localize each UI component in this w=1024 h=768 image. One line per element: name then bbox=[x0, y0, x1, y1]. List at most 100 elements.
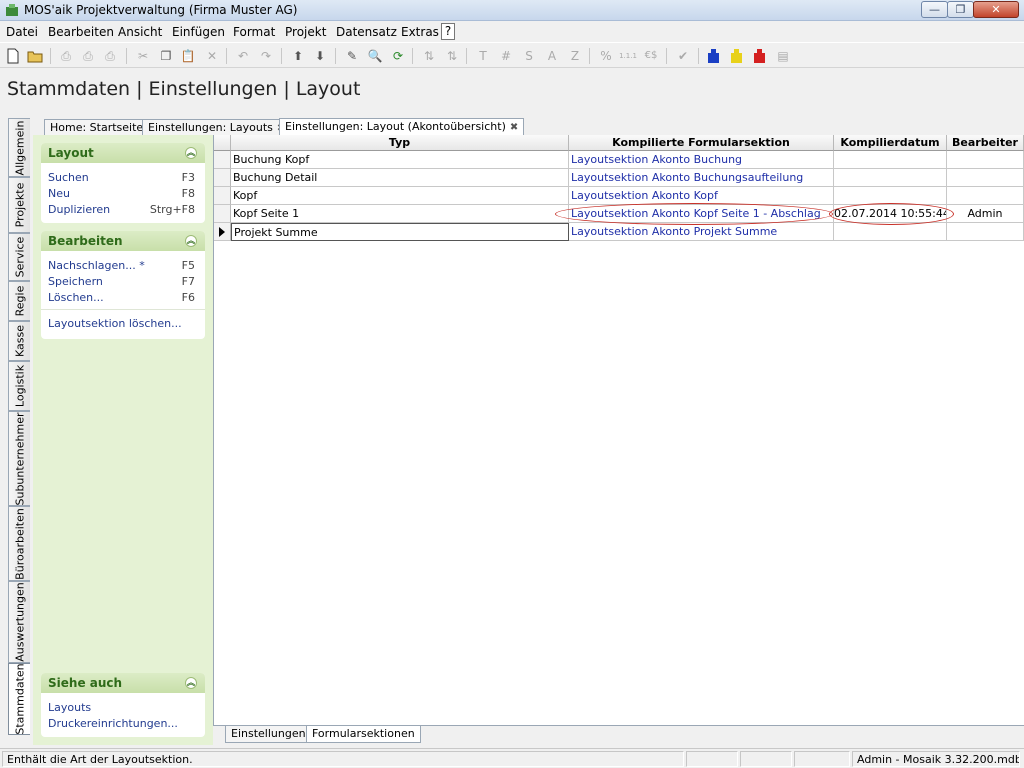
cell-typ[interactable]: Kopf bbox=[231, 187, 569, 205]
sum-icon[interactable]: S bbox=[521, 48, 537, 64]
close-button[interactable]: ✕ bbox=[973, 1, 1019, 18]
percent-icon[interactable]: % bbox=[598, 48, 614, 64]
cell-bearbeiter[interactable] bbox=[947, 169, 1024, 187]
redo-icon[interactable]: ↷ bbox=[258, 48, 274, 64]
print-preview-icon[interactable]: ⎙ bbox=[80, 48, 96, 64]
group-bearbeiten-header[interactable]: Bearbeiten ︽ bbox=[41, 231, 205, 251]
cell-sektion[interactable]: Layoutsektion Akonto Buchung bbox=[569, 151, 834, 169]
text-icon[interactable]: T bbox=[475, 48, 491, 64]
menu-bearbeiten[interactable]: Bearbeiten bbox=[48, 25, 114, 39]
collapse-icon[interactable]: ︽ bbox=[185, 677, 197, 689]
cell-datum[interactable] bbox=[834, 151, 947, 169]
average-icon[interactable]: A bbox=[544, 48, 560, 64]
number-icon[interactable]: # bbox=[498, 48, 514, 64]
row-selector[interactable] bbox=[214, 151, 231, 169]
row-selector[interactable] bbox=[214, 205, 231, 223]
cell-typ[interactable]: Buchung Detail bbox=[231, 169, 569, 187]
sort-asc-icon[interactable]: ⇅ bbox=[421, 48, 437, 64]
vtab-allgemein[interactable]: Allgemein bbox=[8, 118, 30, 177]
column-header-bearbeiter[interactable]: Bearbeiter bbox=[947, 135, 1024, 151]
menu-projekt[interactable]: Projekt bbox=[285, 25, 326, 39]
collapse-icon[interactable]: ︽ bbox=[185, 147, 197, 159]
print-icon[interactable]: ⎙ bbox=[58, 48, 74, 64]
group-layout-header[interactable]: Layout ︽ bbox=[41, 143, 205, 163]
move-down-icon[interactable]: ⬇ bbox=[312, 48, 328, 64]
find-icon[interactable]: 🔍 bbox=[367, 48, 383, 64]
task-nachschlagen[interactable]: Nachschlagen... * bbox=[48, 259, 145, 272]
vtab-kasse[interactable]: Kasse bbox=[8, 321, 30, 361]
undo-icon[interactable]: ↶ bbox=[235, 48, 251, 64]
cut-icon[interactable]: ✂ bbox=[135, 48, 151, 64]
cell-datum[interactable] bbox=[834, 169, 947, 187]
cell-typ[interactable]: Kopf Seite 1 bbox=[231, 205, 569, 223]
maximize-button[interactable]: ❐ bbox=[947, 1, 974, 18]
print-setup-icon[interactable]: ⎙ bbox=[102, 48, 118, 64]
vtab-projekte[interactable]: Projekte bbox=[8, 177, 30, 233]
vtab-subunternehmer[interactable]: Subunternehmer bbox=[8, 411, 30, 506]
row-selector-current[interactable] bbox=[214, 223, 231, 241]
btab-formularsektionen[interactable]: Formularsektionen bbox=[306, 726, 421, 743]
check-icon[interactable]: ✔ bbox=[675, 48, 691, 64]
task-loeschen[interactable]: Löschen... bbox=[48, 291, 104, 304]
status-bar: Enthält die Art der Layoutsektion. Admin… bbox=[0, 748, 1024, 768]
collapse-icon[interactable]: ︽ bbox=[185, 235, 197, 247]
cell-bearbeiter[interactable]: Admin bbox=[947, 205, 1024, 223]
vtab-stammdaten[interactable]: Stammdaten bbox=[8, 663, 30, 735]
cell-typ[interactable]: Buchung Kopf bbox=[231, 151, 569, 169]
doctab-home[interactable]: Home: Startseite bbox=[44, 119, 150, 135]
vtab-logistik[interactable]: Logistik bbox=[8, 361, 30, 411]
currency-icon[interactable]: €$ bbox=[643, 48, 659, 64]
column-header-typ[interactable]: Typ bbox=[231, 135, 569, 151]
vtab-bueroarbeiten[interactable]: Büroarbeiten bbox=[8, 506, 30, 581]
link-layouts[interactable]: Layouts bbox=[48, 701, 91, 714]
menu-extras[interactable]: Extras bbox=[401, 25, 439, 39]
row-selector[interactable] bbox=[214, 187, 231, 205]
cell-sektion[interactable]: Layoutsektion Akonto Projekt Summe bbox=[569, 223, 834, 241]
new-icon[interactable] bbox=[5, 48, 21, 64]
doctab-layout-akonto[interactable]: Einstellungen: Layout (Akontoübersicht) ✖ bbox=[279, 118, 525, 136]
minimize-button[interactable]: — bbox=[921, 1, 948, 18]
close-tab-icon[interactable]: ✖ bbox=[510, 122, 518, 133]
cell-bearbeiter[interactable] bbox=[947, 187, 1024, 205]
task-neu[interactable]: Neu bbox=[48, 187, 70, 200]
count-icon[interactable]: Z bbox=[567, 48, 583, 64]
copy-icon[interactable]: ❐ bbox=[158, 48, 174, 64]
column-header-sektion[interactable]: Kompilierte Formularsektion bbox=[569, 135, 834, 151]
paste-icon[interactable]: 📋 bbox=[180, 48, 196, 64]
refresh-icon[interactable]: ⟳ bbox=[390, 48, 406, 64]
task-duplizieren[interactable]: Duplizieren bbox=[48, 203, 110, 216]
menu-datensatz[interactable]: Datensatz bbox=[336, 25, 397, 39]
puzzle-yellow-icon[interactable] bbox=[729, 48, 745, 64]
move-up-icon[interactable]: ⬆ bbox=[290, 48, 306, 64]
vtab-auswertungen[interactable]: Auswertungen bbox=[8, 581, 30, 663]
cell-typ-focused[interactable]: Projekt Summe bbox=[231, 223, 569, 241]
menu-einfuegen[interactable]: Einfügen bbox=[172, 25, 225, 39]
vtab-regie[interactable]: Regie bbox=[8, 281, 30, 321]
doctab-layouts[interactable]: Einstellungen: Layouts✖ bbox=[142, 119, 292, 135]
column-header-datum[interactable]: Kompilierdatum bbox=[834, 135, 947, 151]
puzzle-red-icon[interactable] bbox=[752, 48, 768, 64]
numbering-icon[interactable]: 1.1.1 bbox=[618, 48, 638, 64]
puzzle-blue-icon[interactable] bbox=[706, 48, 722, 64]
group-siehe-auch-header[interactable]: Siehe auch ︽ bbox=[41, 673, 205, 693]
delete-icon[interactable]: ✕ bbox=[204, 48, 220, 64]
open-icon[interactable] bbox=[27, 48, 43, 64]
task-layoutsektion-loeschen[interactable]: Layoutsektion löschen... bbox=[48, 317, 182, 330]
menu-ansicht[interactable]: Ansicht bbox=[118, 25, 162, 39]
cell-bearbeiter[interactable] bbox=[947, 151, 1024, 169]
task-speichern[interactable]: Speichern bbox=[48, 275, 103, 288]
vtab-service[interactable]: Service bbox=[8, 233, 30, 281]
window-icon[interactable]: ▤ bbox=[775, 48, 791, 64]
menu-datei[interactable]: Datei bbox=[6, 25, 38, 39]
btab-einstellungen[interactable]: Einstellungen bbox=[225, 726, 312, 743]
row-selector[interactable] bbox=[214, 169, 231, 187]
cell-sektion[interactable]: Layoutsektion Akonto Buchungsaufteilung bbox=[569, 169, 834, 187]
menu-format[interactable]: Format bbox=[233, 25, 275, 39]
menu-help[interactable]: ? bbox=[441, 23, 455, 40]
task-suchen[interactable]: Suchen bbox=[48, 171, 89, 184]
link-druckereinrichtungen[interactable]: Druckereinrichtungen... bbox=[48, 717, 178, 730]
cell-datum[interactable] bbox=[834, 223, 947, 241]
edit-icon[interactable]: ✎ bbox=[344, 48, 360, 64]
cell-bearbeiter[interactable] bbox=[947, 223, 1024, 241]
sort-desc-icon[interactable]: ⇅ bbox=[444, 48, 460, 64]
